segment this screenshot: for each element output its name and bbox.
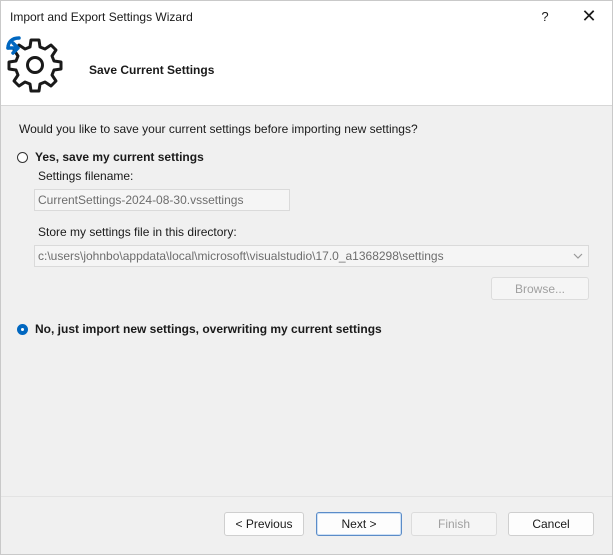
radio-button-selected[interactable] xyxy=(17,323,28,335)
page-title: Save Current Settings xyxy=(89,63,215,77)
finish-button[interactable]: Finish xyxy=(411,512,497,536)
directory-combobox[interactable]: c:\users\johnbo\appdata\local\microsoft\… xyxy=(34,245,589,267)
radio-import-only[interactable]: No, just import new settings, overwritin… xyxy=(17,322,382,336)
filename-label: Settings filename: xyxy=(38,169,134,183)
window-title: Import and Export Settings Wizard xyxy=(10,10,193,24)
radio-save-settings[interactable]: Yes, save my current settings xyxy=(17,150,204,164)
chevron-down-icon[interactable] xyxy=(572,250,584,262)
directory-value: c:\users\johnbo\appdata\local\microsoft\… xyxy=(38,249,444,263)
previous-button[interactable]: < Previous xyxy=(224,512,304,536)
filename-value: CurrentSettings-2024-08-30.vssettings xyxy=(38,193,244,207)
footer-divider xyxy=(1,496,612,497)
radio-save-label[interactable]: Yes, save my current settings xyxy=(35,150,204,164)
wizard-header: Save Current Settings xyxy=(1,32,612,106)
wizard-window: Import and Export Settings Wizard ? ✕ Sa… xyxy=(0,0,613,555)
close-button[interactable]: ✕ xyxy=(566,1,612,32)
title-bar: Import and Export Settings Wizard ? ✕ xyxy=(1,1,612,32)
cancel-button[interactable]: Cancel xyxy=(508,512,594,536)
question-text: Would you like to save your current sett… xyxy=(19,122,418,136)
gear-with-arrow-icon xyxy=(6,36,63,93)
radio-import-label[interactable]: No, just import new settings, overwritin… xyxy=(35,322,382,336)
directory-label: Store my settings file in this directory… xyxy=(38,225,237,239)
browse-button[interactable]: Browse... xyxy=(491,277,589,300)
help-button[interactable]: ? xyxy=(522,1,568,32)
next-button[interactable]: Next > xyxy=(316,512,402,536)
radio-button[interactable] xyxy=(17,151,28,163)
filename-field[interactable]: CurrentSettings-2024-08-30.vssettings xyxy=(34,189,290,211)
